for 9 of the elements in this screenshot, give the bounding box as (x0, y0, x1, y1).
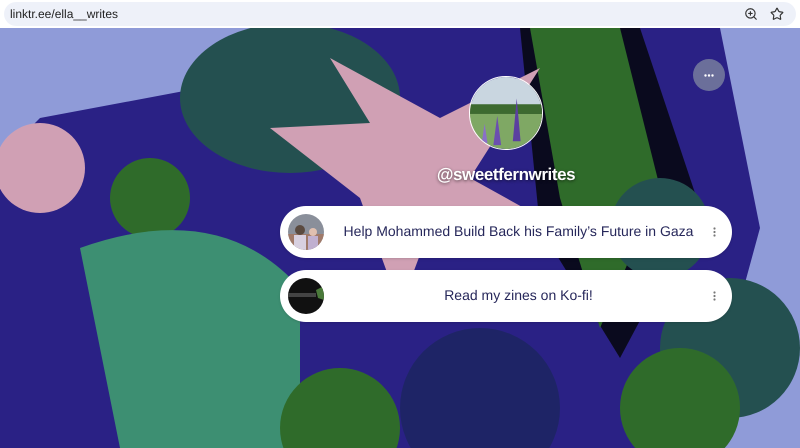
kebab-menu-icon[interactable] (713, 226, 716, 236)
zoom-icon[interactable] (744, 7, 758, 21)
more-icon (704, 74, 714, 76)
link-button[interactable]: Read my zines on Ko-fi! (280, 270, 732, 322)
bookmark-star-icon[interactable] (770, 7, 784, 21)
kebab-menu-icon[interactable] (713, 290, 716, 300)
url-text: linktr.ee/ella__writes (10, 6, 120, 23)
link-button[interactable]: Help Mohammed Build Back his Family’s Future in Gaza (280, 206, 732, 258)
address-bar[interactable]: linktr.ee/ella__writes (4, 2, 796, 26)
